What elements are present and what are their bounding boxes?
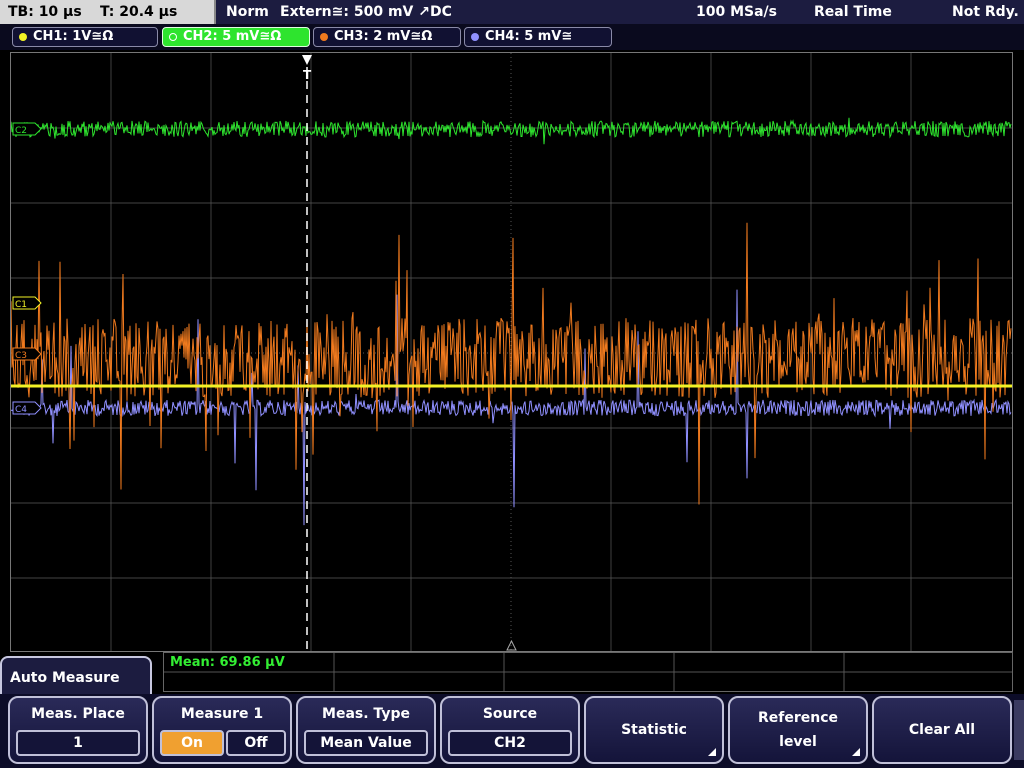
sample-rate: 100 MSa/s <box>696 4 778 20</box>
channel-tab-ch1[interactable]: CH1: 1V≅Ω <box>12 27 158 47</box>
ch2-color-dot <box>169 33 177 41</box>
svg-text:C2: C2 <box>15 126 27 136</box>
clear-all-key[interactable]: Clear All <box>872 696 1012 764</box>
measurement-grid <box>164 653 1012 691</box>
trigger-source[interactable]: Extern≅: 500 mV ↗DC <box>280 0 452 24</box>
channel-label: CH4: 5 mV≅ <box>485 29 573 44</box>
statistic-key[interactable]: Statistic <box>584 696 724 764</box>
waveform-canvas: T C2 C1 C3 C4 <box>11 53 1012 651</box>
reference-level-key[interactable]: Reference level <box>728 696 868 764</box>
measure1-label: Measure 1 <box>180 706 264 722</box>
status-bar: TB: 10 µs T: 20.4 µs Norm Extern≅: 500 m… <box>0 0 1024 24</box>
source-label: Source <box>482 706 538 722</box>
softkey-bar: Meas. Place 1 Measure 1 On Off Meas. Typ… <box>0 694 1024 768</box>
ch2-level-marker[interactable]: C2 <box>12 122 42 136</box>
timebase-value: TB: 10 µs <box>8 4 82 20</box>
source-value[interactable]: CH2 <box>448 730 572 756</box>
channel-label: CH3: 2 mV≅Ω <box>334 29 433 44</box>
ch3-color-dot <box>320 33 328 41</box>
channel-tab-ch2[interactable]: CH2: 5 mV≅Ω <box>162 27 310 47</box>
trigger-time-value: T: 20.4 µs <box>100 4 178 20</box>
meas-type-label: Meas. Type <box>322 706 410 722</box>
statistic-label: Statistic <box>621 722 687 738</box>
reference-label-line1: Reference <box>757 710 839 726</box>
meas-place-label: Meas. Place <box>31 706 125 722</box>
submenu-arrow-icon <box>708 748 716 756</box>
reference-label-line2: level <box>779 734 817 750</box>
ch1-level-marker[interactable]: C1 <box>12 296 42 310</box>
channel-tab-ch4[interactable]: CH4: 5 mV≅ <box>464 27 612 47</box>
meas-place-value[interactable]: 1 <box>16 730 140 756</box>
meas-type-value[interactable]: Mean Value <box>304 730 428 756</box>
off-toggle[interactable]: Off <box>226 730 286 756</box>
ch1-color-dot <box>19 33 27 41</box>
meas-place-key[interactable]: Meas. Place 1 <box>8 696 148 764</box>
svg-text:C3: C3 <box>15 351 27 361</box>
source-key[interactable]: Source CH2 <box>440 696 580 764</box>
center-marker-icon <box>506 639 517 651</box>
meas-type-key[interactable]: Meas. Type Mean Value <box>296 696 436 764</box>
ch4-color-dot <box>471 33 479 41</box>
ch3-trace <box>11 222 1012 505</box>
ch4-level-marker[interactable]: C4 <box>12 401 42 415</box>
trigger-arrow-icon[interactable] <box>302 55 312 65</box>
on-toggle[interactable]: On <box>160 730 224 756</box>
reference-level-text: Reference level <box>730 698 866 762</box>
trigger-mode[interactable]: Norm <box>226 0 269 24</box>
softkey-scrollbar[interactable] <box>1014 700 1024 760</box>
waveform-display[interactable]: T C2 C1 C3 C4 <box>10 52 1013 652</box>
timebase-box[interactable]: TB: 10 µs T: 20.4 µs <box>0 0 216 24</box>
channel-label: CH1: 1V≅Ω <box>33 29 114 44</box>
measurement-result: Mean: 69.86 µV <box>170 655 285 670</box>
trigger-marker: T <box>303 68 312 82</box>
menu-title: Auto Measure <box>0 656 152 696</box>
channel-bar: CH1: 1V≅Ω CH2: 5 mV≅Ω CH3: 2 mV≅Ω CH4: 5… <box>0 24 1024 50</box>
channel-tab-ch3[interactable]: CH3: 2 mV≅Ω <box>313 27 461 47</box>
trigger-status: Not Rdy. <box>952 4 1019 20</box>
svg-text:C4: C4 <box>15 405 27 415</box>
acquisition-mode: Real Time <box>814 4 892 20</box>
measurement-panel: Mean: 69.86 µV <box>163 652 1013 692</box>
svg-text:C1: C1 <box>15 300 27 310</box>
measure1-key[interactable]: Measure 1 On Off <box>152 696 292 764</box>
channel-label: CH2: 5 mV≅Ω <box>183 29 282 44</box>
clear-all-label: Clear All <box>908 722 976 738</box>
submenu-arrow-icon <box>852 748 860 756</box>
